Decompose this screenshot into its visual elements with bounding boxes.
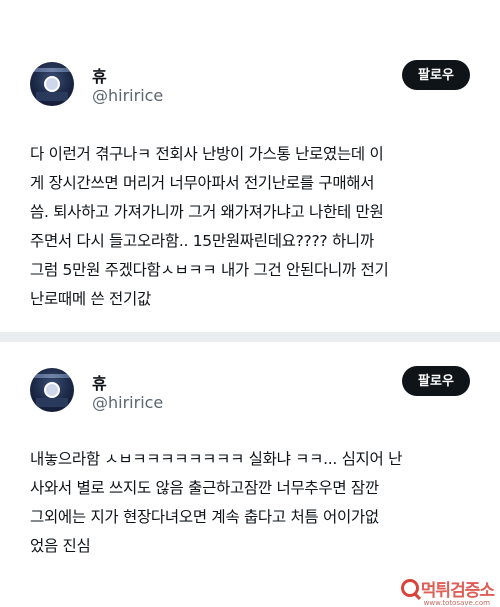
watermark-url: www.totosave.com xyxy=(423,599,490,607)
tweet-text-line: 난로때메 쓴 전기값 xyxy=(30,290,151,308)
avatar[interactable] xyxy=(30,62,74,106)
tweet-text-line: 다 이런거 겪구나ㅋ 전회사 난방이 가스통 난로였는데 이 xyxy=(30,145,384,163)
tweet-text-line: 주면서 다시 들고오라함.. 15만원짜린데요???? 하니까 xyxy=(30,232,374,250)
author-handle[interactable]: @hiririce xyxy=(92,86,163,105)
tweet-text: 다 이런거 겪구나ㅋ 전회사 난방이 가스통 난로였는데 이 게 장시간쓰면 머… xyxy=(30,140,470,314)
tweet-text-line: 그럼 5만원 주겠다함ㅅㅂㅋㅋ 내가 그건 안된다니까 전기 xyxy=(30,261,389,279)
tweet-text: 내놓으라함 ㅅㅂㅋㅋㅋㅋㅋㅋㅋㅋ 실화냐 ㅋㅋ... 심지어 난 사와서 별로 … xyxy=(30,445,470,561)
avatar-podium xyxy=(36,398,68,407)
tweet-text-line: 게 장시간쓰면 머리거 너무아파서 전기난로를 구매해서 xyxy=(30,174,375,192)
avatar-seal xyxy=(44,382,60,398)
tweet-text-line: 그외에는 지가 현장다녀오면 계속 춥다고 처틈 어이가없 xyxy=(30,508,379,526)
watermark: 먹튀검증소 xyxy=(400,575,495,601)
avatar[interactable] xyxy=(30,368,74,412)
tweet-text-line: 었음 진심 xyxy=(30,537,91,555)
tweet-card: 휴 @hiririce 팔로우 다 이런거 겪구나ㅋ 전회사 난방이 가스통 난… xyxy=(0,0,500,330)
author-name[interactable]: 휴 xyxy=(92,370,107,394)
magnifier-icon xyxy=(400,579,419,597)
tweet-card: 휴 @hiririce 팔로우 내놓으라함 ㅅㅂㅋㅋㅋㅋㅋㅋㅋㅋ 실화냐 ㅋㅋ.… xyxy=(0,343,500,607)
author-name[interactable]: 휴 xyxy=(92,63,107,87)
author-handle[interactable]: @hiririce xyxy=(92,393,163,412)
tweet-text-line: 사와서 별로 쓰지도 않음 출근하고잠깐 너무추우면 잠깐 xyxy=(30,479,379,497)
watermark-text: 먹튀검증소 xyxy=(420,580,495,601)
avatar-seal xyxy=(44,76,60,92)
avatar-podium xyxy=(36,92,68,101)
tweet-divider xyxy=(0,332,500,342)
tweet-text-line: 씀. 퇴사하고 가져가니까 그거 왜가져가냐고 나한테 만원 xyxy=(30,203,384,221)
avatar-lights xyxy=(30,374,74,378)
follow-button[interactable]: 팔로우 xyxy=(402,60,470,90)
avatar-lights xyxy=(30,68,74,72)
follow-button[interactable]: 팔로우 xyxy=(402,366,470,396)
tweet-text-line: 내놓으라함 ㅅㅂㅋㅋㅋㅋㅋㅋㅋㅋ 실화냐 ㅋㅋ... 심지어 난 xyxy=(30,450,403,468)
